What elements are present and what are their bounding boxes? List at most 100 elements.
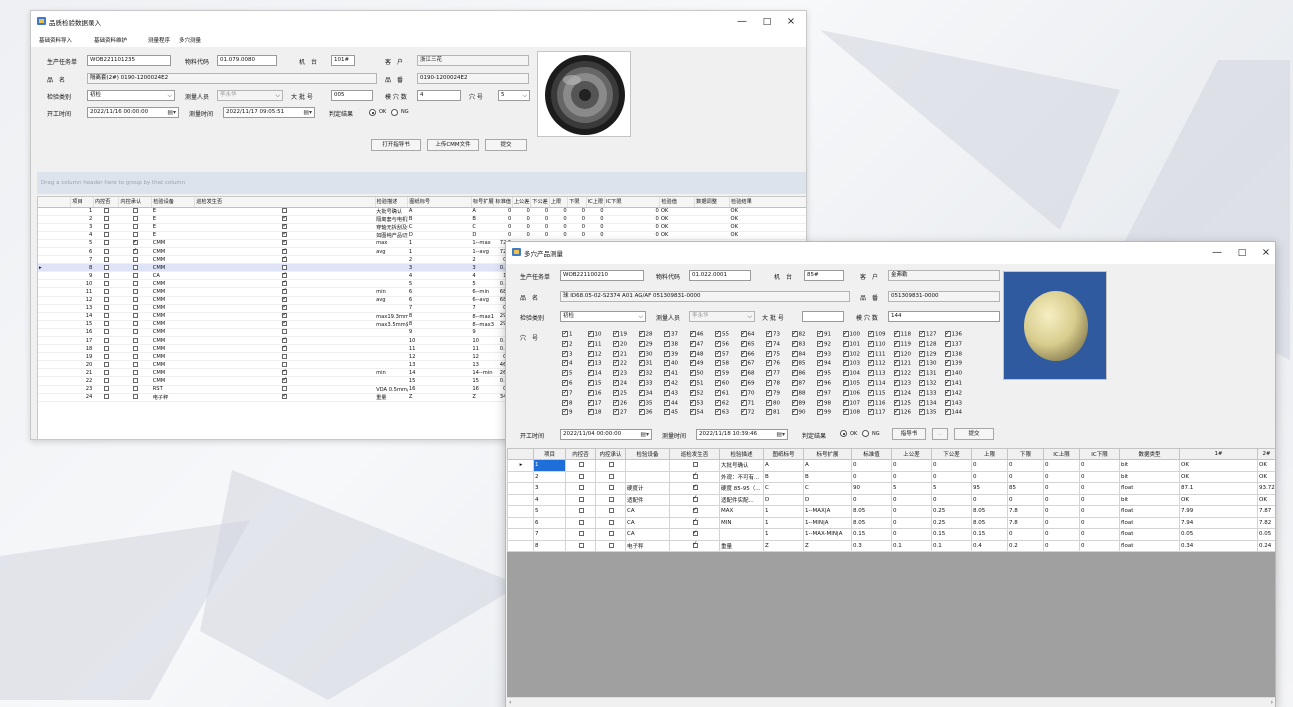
cavity-checkbox[interactable] xyxy=(817,339,823,347)
column-header[interactable]: 项目 xyxy=(70,197,94,208)
cavity-checkbox[interactable] xyxy=(587,407,594,416)
cavity-checkbox[interactable] xyxy=(766,349,772,357)
v1-cell[interactable]: 0.05 xyxy=(1179,528,1258,541)
maximize-icon[interactable]: □ xyxy=(758,15,776,29)
cavity-checkbox[interactable] xyxy=(919,368,925,377)
cavity-checkbox[interactable] xyxy=(715,398,721,406)
cavity-checkbox-item[interactable]: 112 xyxy=(868,358,886,367)
cavity-checkbox[interactable] xyxy=(868,368,874,377)
cavity-checkbox-item[interactable]: 130 xyxy=(919,358,937,367)
v1-cell[interactable]: 87.1 xyxy=(1179,482,1258,495)
v1-cell[interactable]: OK xyxy=(1179,470,1258,483)
machine-field[interactable]: 101# xyxy=(331,55,355,66)
table-row[interactable]: 8电子秤重量ZZ0.30.10.10.40.200float0.340.24 xyxy=(507,539,1275,552)
cavity-checkbox[interactable] xyxy=(868,329,874,337)
type-select[interactable]: 初检 ⌵ xyxy=(560,311,646,322)
internal-control-checkbox[interactable] xyxy=(103,321,109,327)
cavity-checkbox[interactable] xyxy=(613,388,619,396)
internal-approve-checkbox[interactable] xyxy=(132,353,138,359)
column-header[interactable]: 图纸标号 xyxy=(407,197,472,208)
cavity-checkbox-item[interactable]: 103 xyxy=(842,358,860,367)
patrol-checkbox[interactable] xyxy=(692,541,698,548)
column-header[interactable]: 检验结果 xyxy=(729,197,806,208)
patrol-checkbox[interactable] xyxy=(282,239,287,246)
cavity-checkbox-item[interactable]: 79 xyxy=(766,388,780,396)
cavity-checkbox[interactable] xyxy=(868,339,874,347)
patrol-checkbox[interactable] xyxy=(282,345,287,351)
cavity-checkbox[interactable] xyxy=(944,398,951,406)
cavity-checkbox-item[interactable]: 62 xyxy=(715,398,729,406)
cavity-checkbox-item[interactable]: 87 xyxy=(791,378,806,387)
cavity-checkbox[interactable] xyxy=(562,339,568,347)
cavity-checkbox[interactable] xyxy=(638,368,645,377)
cavity-checkbox[interactable] xyxy=(689,349,696,357)
column-header[interactable]: 上公差 xyxy=(512,197,532,208)
patrol-checkbox[interactable] xyxy=(282,215,287,222)
cavity-checkbox-item[interactable]: 109 xyxy=(868,329,886,338)
column-header[interactable]: IC下限 xyxy=(1079,448,1120,460)
cavity-checkbox-item[interactable]: 40 xyxy=(664,358,678,367)
column-header[interactable]: IC上限 xyxy=(586,197,606,208)
internal-control-checkbox[interactable] xyxy=(103,386,109,392)
patrol-checkbox[interactable] xyxy=(282,329,288,335)
v2-cell[interactable]: 7.87 xyxy=(1257,505,1275,518)
type-select[interactable]: 初检 ⌵ xyxy=(87,90,175,101)
internal-control-checkbox[interactable] xyxy=(103,264,109,270)
cavity-checkbox-item[interactable]: 144 xyxy=(944,407,962,416)
internal-control-checkbox[interactable] xyxy=(578,531,584,537)
cavity-checkbox-item[interactable]: 2 xyxy=(562,339,573,347)
data-adjust-cell[interactable] xyxy=(694,223,730,232)
table-row[interactable]: 7CA11--MAX-MIN|A0.1500.150.15000float0.0… xyxy=(507,528,1275,541)
internal-approve-checkbox[interactable] xyxy=(132,232,138,238)
cavity-checkbox[interactable] xyxy=(562,378,568,386)
table-row[interactable]: 2外观：不可有...BB0000000bitOKOK xyxy=(507,470,1275,483)
cavity-checkbox[interactable] xyxy=(791,368,798,377)
cavity-checkbox-item[interactable]: 70 xyxy=(740,388,755,396)
cavity-checkbox-item[interactable]: 10 xyxy=(587,329,602,338)
cavity-checkbox-item[interactable]: 35 xyxy=(638,398,653,406)
cavity-checkbox[interactable] xyxy=(587,368,594,377)
internal-control-checkbox[interactable] xyxy=(578,485,584,491)
cavity-checkbox-item[interactable]: 138 xyxy=(944,349,962,357)
cavity-checkbox-item[interactable]: 140 xyxy=(944,368,962,377)
table-row[interactable]: ▸ 1 大批号确认 A A 0 0 0 0 0 0 0 bit OK OK xyxy=(507,459,1275,472)
internal-control-checkbox[interactable] xyxy=(103,378,109,384)
cavity-checkbox[interactable] xyxy=(664,329,670,337)
column-header[interactable]: 检验值 xyxy=(659,197,696,208)
cavity-checkbox-item[interactable]: 4 xyxy=(562,358,573,367)
start-time-picker[interactable]: 2022/11/04 00:00:00 ▤▾ xyxy=(560,429,652,440)
cavity-checkbox[interactable] xyxy=(638,329,645,337)
column-header[interactable]: 标准值 xyxy=(851,448,892,460)
cavity-checkbox-item[interactable]: 125 xyxy=(893,398,911,406)
material-field[interactable]: 01.079.0080 xyxy=(217,55,277,66)
item-no-cell[interactable]: 5 xyxy=(533,505,566,518)
cavity-checkbox[interactable] xyxy=(868,378,874,386)
internal-control-checkbox[interactable] xyxy=(103,256,109,262)
v1-cell[interactable]: 0.34 xyxy=(1179,539,1258,552)
cavity-checkbox-item[interactable]: 123 xyxy=(893,378,911,387)
cavity-checkbox[interactable] xyxy=(919,378,925,386)
cavity-checkbox[interactable] xyxy=(638,339,645,347)
cavity-checkbox[interactable] xyxy=(842,368,849,377)
cavity-checkbox[interactable] xyxy=(919,407,925,416)
cavity-no-select[interactable]: 5 ⌵ xyxy=(498,90,530,101)
inspect-value-cell[interactable]: OK xyxy=(659,207,695,216)
cavity-checkbox-item[interactable]: 126 xyxy=(893,407,911,416)
cavity-checkbox[interactable] xyxy=(715,407,721,416)
internal-control-checkbox[interactable] xyxy=(103,224,109,230)
cavity-checkbox[interactable] xyxy=(766,398,772,406)
cavity-checkbox[interactable] xyxy=(587,358,594,367)
cavity-checkbox-item[interactable]: 50 xyxy=(689,368,704,377)
cavity-checkbox-item[interactable]: 111 xyxy=(868,349,886,357)
internal-approve-checkbox[interactable] xyxy=(608,496,614,502)
cavity-checkbox[interactable] xyxy=(766,407,772,416)
internal-control-checkbox[interactable] xyxy=(103,208,109,214)
cavity-checkbox-item[interactable]: 88 xyxy=(791,388,806,396)
internal-approve-checkbox[interactable] xyxy=(132,297,138,303)
column-header[interactable]: 标号扩展 xyxy=(471,197,495,208)
submit-button[interactable]: 提交 xyxy=(954,428,994,440)
internal-control-checkbox[interactable] xyxy=(578,519,584,525)
cavity-checkbox[interactable] xyxy=(868,388,874,396)
cavity-checkbox[interactable] xyxy=(740,349,747,357)
cavity-checkbox[interactable] xyxy=(638,349,645,357)
